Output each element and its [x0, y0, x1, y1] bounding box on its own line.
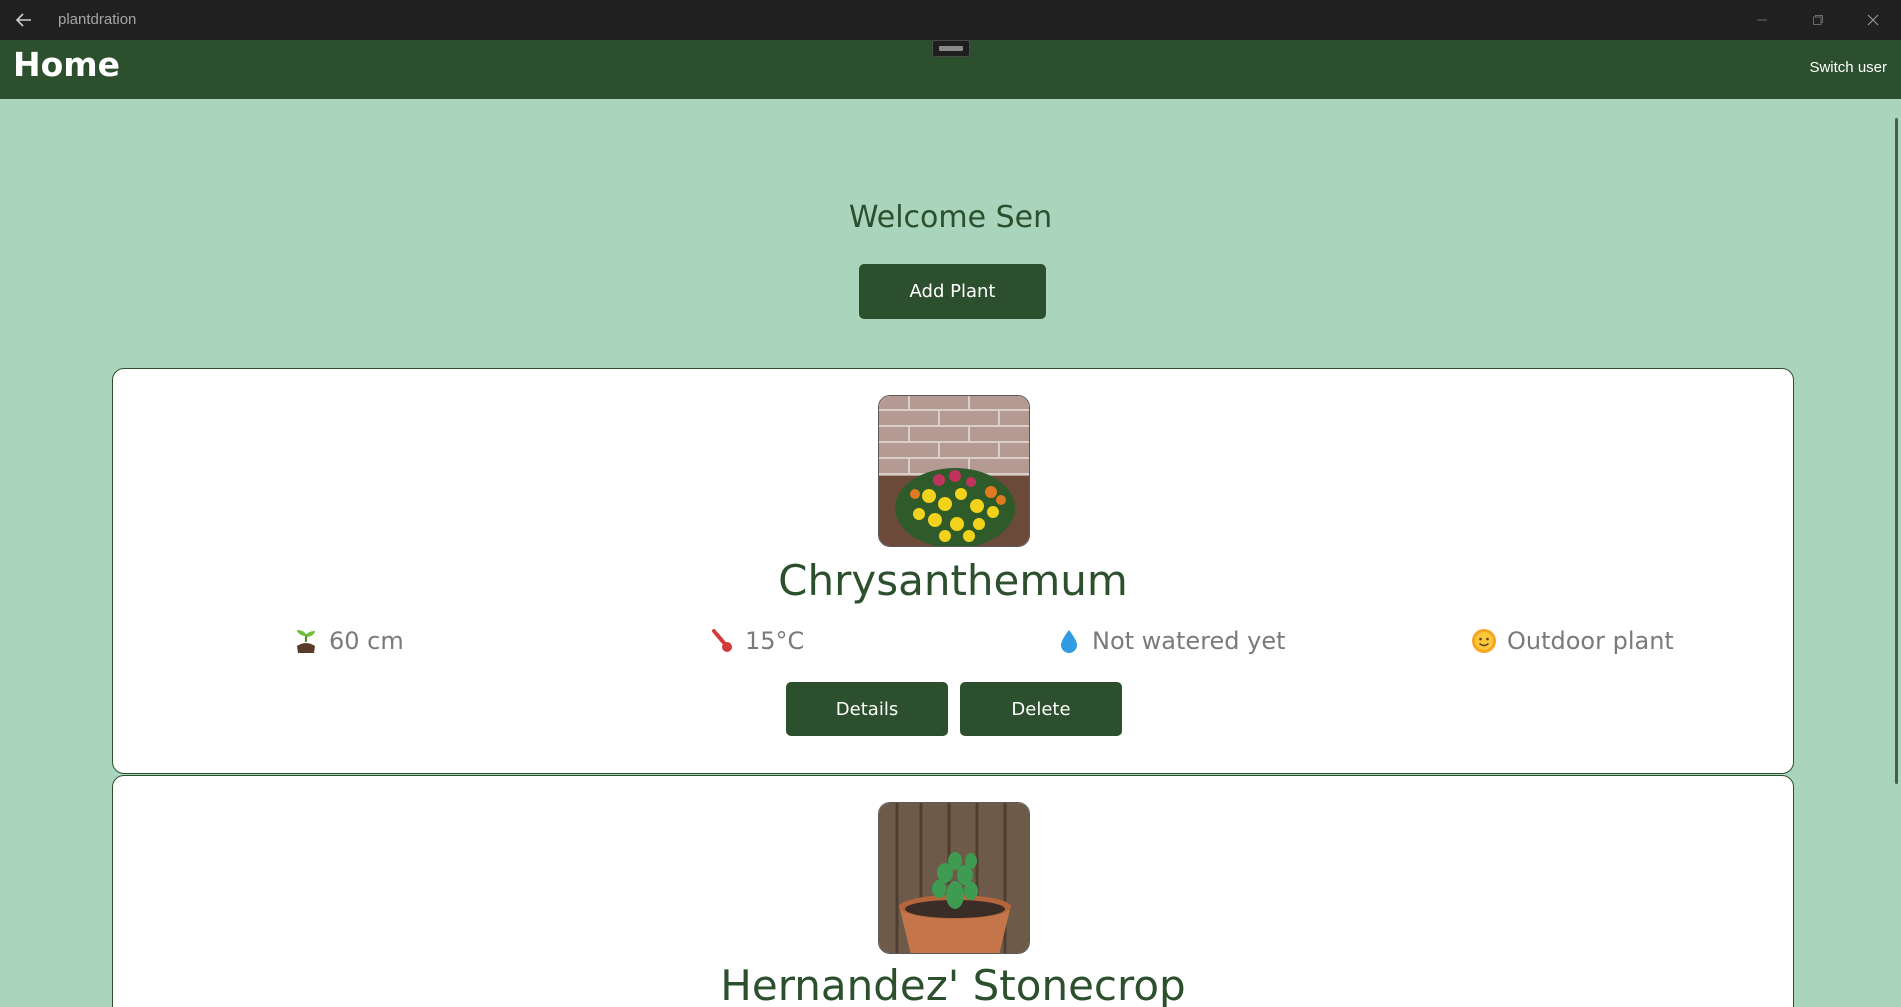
- plant-name: Chrysanthemum: [778, 556, 1128, 605]
- restore-icon[interactable]: [1790, 0, 1846, 40]
- plant-location-stat: Outdoor plant: [1471, 627, 1674, 655]
- sun-icon: [1471, 628, 1497, 654]
- details-button[interactable]: Details: [786, 682, 948, 736]
- plant-card: Hernandez' Stonecrop: [112, 775, 1794, 1007]
- window-title: plantdration: [58, 11, 137, 28]
- close-icon[interactable]: [1845, 0, 1901, 40]
- welcome-text: Welcome Sen: [848, 200, 1053, 235]
- plant-photo: [878, 802, 1030, 954]
- thermometer-icon: [709, 628, 735, 654]
- plant-location-value: Outdoor plant: [1507, 627, 1674, 655]
- plant-height-value: 60 cm: [329, 627, 404, 655]
- plant-temperature-value: 15°C: [745, 627, 805, 655]
- water-drop-icon: [1056, 628, 1082, 654]
- plant-temperature-stat: 15°C: [709, 627, 804, 655]
- plant-height-stat: 60 cm: [293, 627, 404, 655]
- plant-watered-stat: Not watered yet: [1056, 627, 1286, 655]
- plant-card: Chrysanthemum 60 cm 15°C Not watered yet…: [112, 368, 1794, 774]
- plant-name: Hernandez' Stonecrop: [720, 961, 1186, 1007]
- plant-watered-value: Not watered yet: [1092, 627, 1286, 655]
- drag-handle-icon[interactable]: [932, 40, 970, 57]
- window-titlebar: plantdration: [0, 0, 1901, 40]
- add-plant-button[interactable]: Add Plant: [859, 264, 1046, 319]
- minimize-icon[interactable]: [1734, 0, 1790, 40]
- switch-user-button[interactable]: Switch user: [1809, 59, 1887, 76]
- seedling-icon: [293, 628, 319, 654]
- delete-button[interactable]: Delete: [960, 682, 1122, 736]
- plant-photo: [878, 395, 1030, 547]
- back-arrow-icon[interactable]: [10, 6, 38, 34]
- page-title: Home: [13, 45, 121, 84]
